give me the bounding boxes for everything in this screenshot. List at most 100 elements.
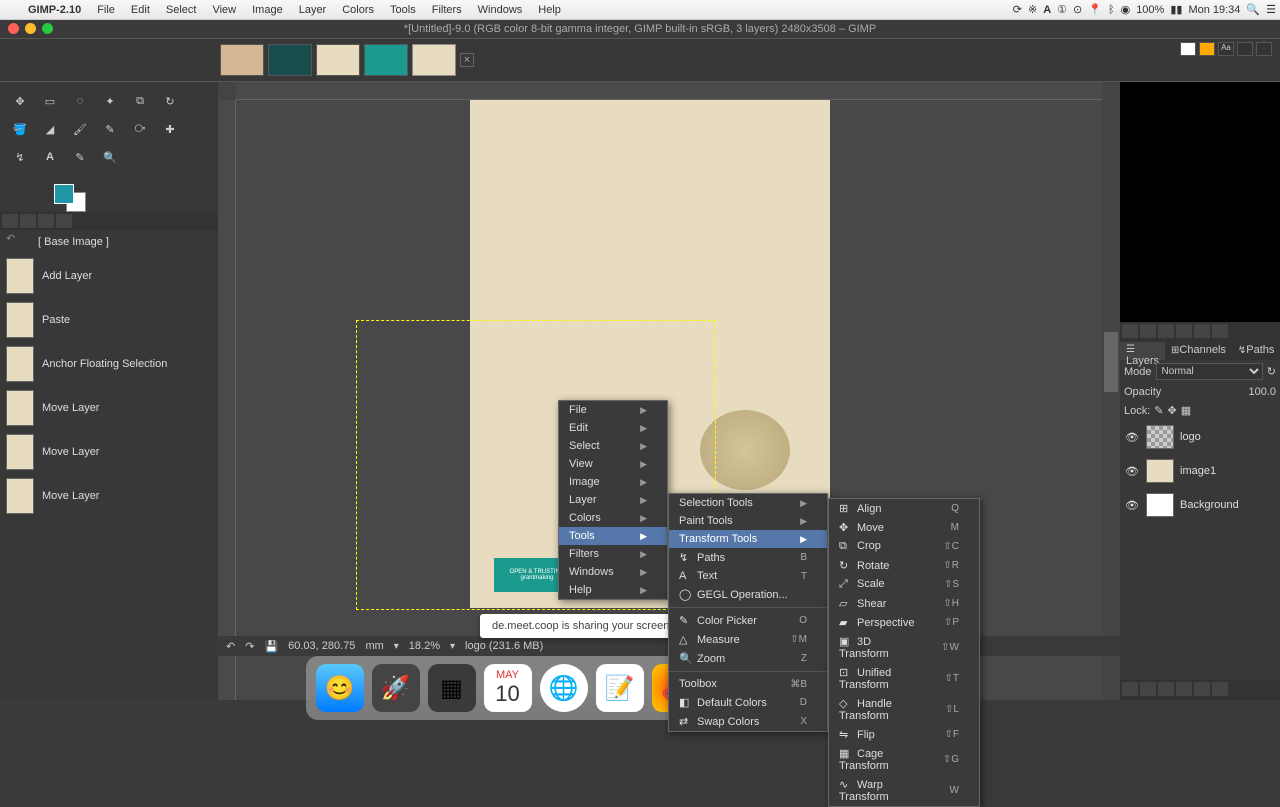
move-tool[interactable]: ✥ xyxy=(6,88,34,114)
visibility-icon[interactable]: 👁 xyxy=(1124,431,1140,444)
undo-item[interactable]: Add Layer xyxy=(0,254,218,298)
window-close-button[interactable] xyxy=(8,23,19,34)
menu-filters[interactable]: Filters xyxy=(424,4,470,16)
doc-tab[interactable] xyxy=(220,44,264,76)
mode-reset[interactable]: ↻ xyxy=(1267,365,1276,378)
visibility-icon[interactable]: 👁 xyxy=(1124,499,1140,512)
menu-file[interactable]: File xyxy=(89,4,123,16)
menu-tools[interactable]: Tools xyxy=(382,4,424,16)
ctx-view[interactable]: View▶ xyxy=(559,455,667,473)
redo-icon[interactable]: ↷ xyxy=(245,640,254,653)
ctx-layer[interactable]: Layer▶ xyxy=(559,491,667,509)
ctx-colors[interactable]: Colors▶ xyxy=(559,509,667,527)
brush-tool[interactable]: 🖌 xyxy=(66,116,94,142)
panel-tab[interactable] xyxy=(2,214,18,228)
ctx-paths[interactable]: ↯PathsB xyxy=(669,548,827,567)
doc-tab[interactable] xyxy=(268,44,312,76)
menu-colors[interactable]: Colors xyxy=(334,4,382,16)
context-submenu-transform[interactable]: ⊞AlignQ✥MoveM⧉Crop⇧C↻Rotate⇧R⤢Scale⇧S▱Sh… xyxy=(828,498,980,807)
undo-icon[interactable]: ↶ xyxy=(226,640,235,653)
ctx-paint-tools[interactable]: Paint Tools▶ xyxy=(669,512,827,530)
panel-tab[interactable] xyxy=(20,214,36,228)
mission-control-icon[interactable]: ▦ xyxy=(428,664,476,712)
ctx-perspective[interactable]: ▰Perspective⇧P xyxy=(829,613,979,632)
bluetooth-icon[interactable]: ᛒ xyxy=(1108,4,1115,16)
battery[interactable]: 100% xyxy=(1136,4,1164,16)
nav-btn[interactable] xyxy=(1122,324,1138,338)
undo-item[interactable]: Paste xyxy=(0,298,218,342)
heal-tool[interactable]: ✚ xyxy=(156,116,184,142)
ctx-selection-tools[interactable]: Selection Tools▶ xyxy=(669,494,827,512)
free-select-tool[interactable]: ◌ xyxy=(66,88,94,114)
search-icon[interactable]: 🔍 xyxy=(1246,3,1260,16)
launchpad-icon[interactable]: 🚀 xyxy=(372,664,420,712)
status-icon[interactable]: ⟳ xyxy=(1013,3,1022,16)
mode-select[interactable]: Normal xyxy=(1156,363,1263,380)
screen-share-notification[interactable]: de.meet.coop is sharing your screen xyxy=(480,614,681,638)
status-icon[interactable]: ⊙ xyxy=(1073,3,1082,16)
rect-select-tool[interactable]: ▭ xyxy=(36,88,64,114)
channels-tab[interactable]: ⊞Channels xyxy=(1165,342,1232,360)
undo-item[interactable]: ↶ [ Base Image ] xyxy=(0,230,218,254)
opacity-value[interactable]: 100.0 xyxy=(1165,386,1276,398)
ctx-crop[interactable]: ⧉Crop⇧C xyxy=(829,537,979,556)
nav-btn[interactable] xyxy=(1140,324,1156,338)
layer-row[interactable]: 👁 logo xyxy=(1120,420,1280,454)
ctx-swap-colors[interactable]: ⇄Swap ColorsX xyxy=(669,712,827,731)
menu-layer[interactable]: Layer xyxy=(291,4,335,16)
ctx-windows[interactable]: Windows▶ xyxy=(559,563,667,581)
pencil-tool[interactable]: ✎ xyxy=(96,116,124,142)
ctx-scale[interactable]: ⤢Scale⇧S xyxy=(829,575,979,594)
window-maximize-button[interactable] xyxy=(42,23,53,34)
close-tab-button[interactable]: × xyxy=(460,53,474,67)
menu-select[interactable]: Select xyxy=(158,4,205,16)
ruler-horizontal[interactable] xyxy=(236,82,1102,100)
ctx-zoom[interactable]: 🔍ZoomZ xyxy=(669,649,827,668)
foreground-color[interactable] xyxy=(54,184,74,204)
fuzzy-select-tool[interactable]: ✦ xyxy=(96,88,124,114)
ctx-file[interactable]: File▶ xyxy=(559,401,667,419)
finder-icon[interactable]: 😊 xyxy=(316,664,364,712)
wifi-icon[interactable]: ◉ xyxy=(1121,3,1131,16)
save-icon[interactable]: 💾 xyxy=(264,640,278,653)
undo-item[interactable]: Move Layer xyxy=(0,474,218,518)
ctx-image[interactable]: Image▶ xyxy=(559,473,667,491)
panel-toggle[interactable] xyxy=(1237,42,1253,56)
scrollbar-vertical[interactable] xyxy=(1102,100,1120,700)
menu-image[interactable]: Image xyxy=(244,4,291,16)
ctx-transform-tools[interactable]: Transform Tools▶ xyxy=(669,530,827,548)
zoom-select[interactable]: 18.2% xyxy=(409,640,440,652)
layer-row[interactable]: 👁 image1 xyxy=(1120,454,1280,488)
ctx-unified-transform[interactable]: ⊡Unified Transform⇧T xyxy=(829,663,979,694)
layers-tab[interactable]: ☰ Layers xyxy=(1120,342,1165,360)
color-swatch[interactable] xyxy=(54,184,86,212)
doc-tab[interactable] xyxy=(364,44,408,76)
doc-tab[interactable] xyxy=(316,44,360,76)
ctx-select[interactable]: Select▶ xyxy=(559,437,667,455)
ctx-measure[interactable]: △Measure⇧M xyxy=(669,630,827,649)
doc-tab-active[interactable] xyxy=(412,44,456,76)
transform-tool[interactable]: ↻ xyxy=(156,88,184,114)
navigation-preview[interactable] xyxy=(1120,82,1280,322)
ctx-help[interactable]: Help▶ xyxy=(559,581,667,599)
scrollbar-thumb[interactable] xyxy=(1104,332,1118,392)
ruler-vertical[interactable] xyxy=(218,100,236,700)
layer-row[interactable]: 👁 Background xyxy=(1120,488,1280,522)
ctx-align[interactable]: ⊞AlignQ xyxy=(829,499,979,518)
undo-item[interactable]: Anchor Floating Selection xyxy=(0,342,218,386)
context-submenu-tools[interactable]: Selection Tools▶ Paint Tools▶ Transform … xyxy=(668,493,828,732)
path-tool[interactable]: ↯ xyxy=(6,144,34,170)
ctx-toolbox[interactable]: Toolbox⌘B xyxy=(669,675,827,693)
nav-btn[interactable] xyxy=(1158,324,1174,338)
clone-tool[interactable]: ⧂ xyxy=(126,116,154,142)
ctx-tools[interactable]: Tools▶ xyxy=(559,527,667,545)
ctx-gegl[interactable]: ◯GEGL Operation... xyxy=(669,585,827,604)
menu-icon[interactable]: ☰ xyxy=(1266,3,1276,16)
ctx-edit[interactable]: Edit▶ xyxy=(559,419,667,437)
unit-select[interactable]: mm xyxy=(365,640,383,652)
ctx-text[interactable]: ATextT xyxy=(669,567,827,585)
nav-btn[interactable] xyxy=(1176,324,1192,338)
location-icon[interactable]: 📍 xyxy=(1088,3,1102,16)
ctx-3d-transform[interactable]: ▣3D Transform⇧W xyxy=(829,632,979,663)
ctx-handle-transform[interactable]: ◇Handle Transform⇧L xyxy=(829,694,979,725)
